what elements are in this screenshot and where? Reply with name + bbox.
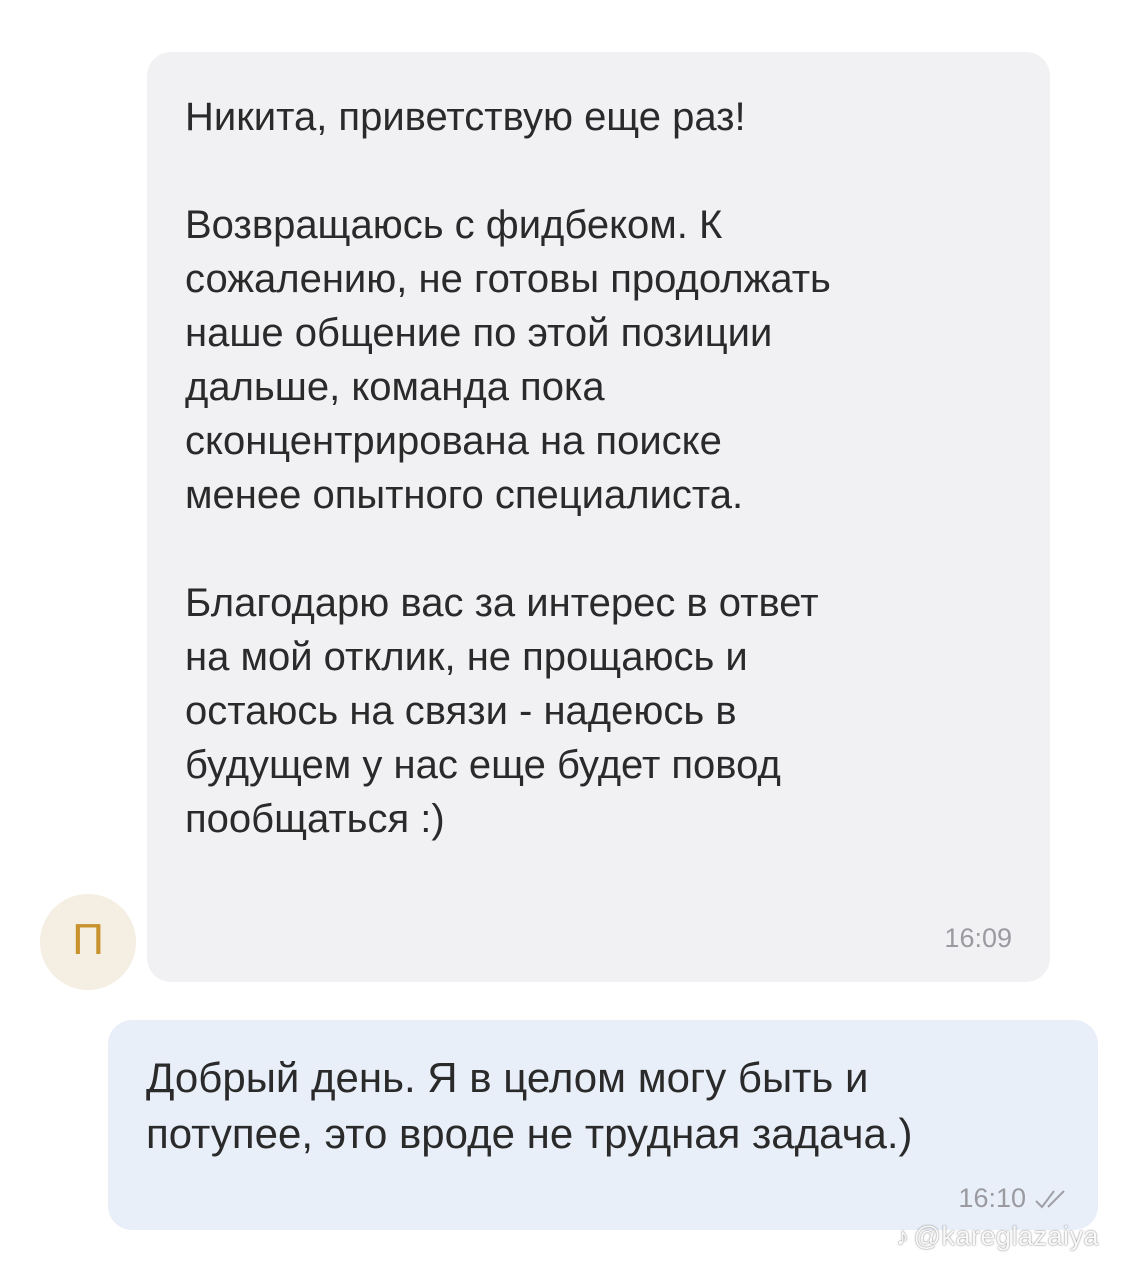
message-meta: 16:10 bbox=[958, 1183, 1068, 1214]
double-check-icon bbox=[1035, 1189, 1065, 1209]
incoming-message-bubble[interactable]: Никита, приветствую еще раз! Возвращаюсь… bbox=[147, 52, 1050, 982]
avatar-letter: П bbox=[72, 915, 104, 964]
watermark: ♪ @kareglazaiya bbox=[896, 1221, 1099, 1252]
watermark-handle: @kareglazaiya bbox=[913, 1221, 1099, 1251]
avatar[interactable]: П bbox=[40, 894, 136, 990]
message-text: Добрый день. Я в целом могу быть и потуп… bbox=[146, 1054, 913, 1157]
message-time: 16:10 bbox=[958, 1183, 1026, 1213]
message-time: 16:09 bbox=[944, 923, 1012, 953]
message-text: Никита, приветствую еще раз! Возвращаюсь… bbox=[185, 95, 831, 841]
chat-view: П Никита, приветствую еще раз! Возвращаю… bbox=[0, 0, 1131, 1280]
tiktok-icon: ♪ bbox=[896, 1221, 910, 1251]
outgoing-message-bubble[interactable]: Добрый день. Я в целом могу быть и потуп… bbox=[108, 1020, 1098, 1230]
